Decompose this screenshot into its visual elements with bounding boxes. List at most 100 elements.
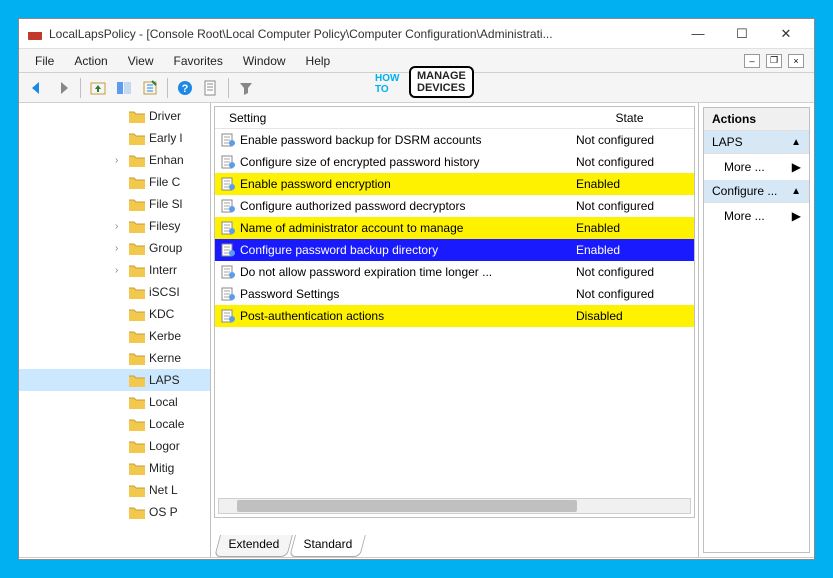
setting-name: Configure size of encrypted password his… [240, 155, 479, 169]
setting-row[interactable]: Enable password backup for DSRM accounts… [215, 129, 694, 151]
tree-item-earlyl[interactable]: Early l [19, 127, 210, 149]
menu-view[interactable]: View [118, 51, 164, 71]
window-controls: — ☐ ✕ [676, 19, 808, 48]
help-button[interactable]: ? [173, 76, 197, 100]
tree-item-locale[interactable]: Locale [19, 413, 210, 435]
chevron-right-icon[interactable]: › [115, 265, 125, 276]
mdi-minimize-button[interactable]: – [744, 54, 760, 68]
tree-item-local[interactable]: Local [19, 391, 210, 413]
setting-name: Password Settings [240, 287, 339, 301]
forward-button[interactable] [51, 76, 75, 100]
setting-name: Configure authorized password decryptors [240, 199, 465, 213]
actions-more-2[interactable]: More ...▶ [704, 203, 809, 229]
tree-item-interr[interactable]: › Interr [19, 259, 210, 281]
setting-row[interactable]: Name of administrator account to manageE… [215, 217, 694, 239]
tree-item-label: Filesy [149, 219, 180, 233]
minimize-button[interactable]: — [676, 19, 720, 48]
tree-item-kerne[interactable]: Kerne [19, 347, 210, 369]
tree-item-label: Early l [149, 131, 182, 145]
filter-button[interactable] [234, 76, 258, 100]
chevron-right-icon: ▶ [792, 209, 801, 223]
watermark-prefix: HOW TO [375, 73, 399, 95]
properties-button[interactable] [199, 76, 223, 100]
tree-item-netl[interactable]: Net L [19, 479, 210, 501]
actions-more-1[interactable]: More ...▶ [704, 154, 809, 180]
setting-name: Enable password encryption [240, 177, 391, 191]
column-setting[interactable]: Setting [221, 111, 571, 125]
tree-item-filesy[interactable]: › Filesy [19, 215, 210, 237]
setting-name: Do not allow password expiration time lo… [240, 265, 492, 279]
tree-item-mitig[interactable]: Mitig [19, 457, 210, 479]
tree-item-filesl[interactable]: File Sl [19, 193, 210, 215]
close-button[interactable]: ✕ [764, 19, 808, 48]
tree-item-laps[interactable]: LAPS [19, 369, 210, 391]
tree-item-label: Enhan [149, 153, 184, 167]
setting-name: Enable password backup for DSRM accounts [240, 133, 481, 147]
show-hide-button[interactable] [112, 76, 136, 100]
maximize-button[interactable]: ☐ [720, 19, 764, 48]
tree-item-label: Local [149, 395, 178, 409]
settings-list[interactable]: Setting State Enable password backup for… [214, 106, 695, 518]
tree-item-kdc[interactable]: KDC [19, 303, 210, 325]
chevron-right-icon[interactable]: › [115, 155, 125, 166]
setting-row[interactable]: Post-authentication actionsDisabled [215, 305, 694, 327]
mdi-controls: – ❐ × [744, 54, 808, 68]
mdi-close-button[interactable]: × [788, 54, 804, 68]
chevron-right-icon[interactable]: › [115, 221, 125, 232]
tree-item-label: Driver [149, 109, 181, 123]
column-headers[interactable]: Setting State [215, 107, 694, 129]
chevron-right-icon[interactable]: › [115, 243, 125, 254]
menu-favorites[interactable]: Favorites [164, 51, 233, 71]
up-button[interactable] [86, 76, 110, 100]
actions-pane: Actions LAPS▲ More ...▶ Configure ...▲ M… [699, 103, 814, 557]
setting-row[interactable]: Configure size of encrypted password his… [215, 151, 694, 173]
setting-state: Not configured [576, 265, 688, 279]
tree-item-label: iSCSI [149, 285, 180, 299]
setting-state: Enabled [576, 177, 688, 191]
mmc-window: LocalLapsPolicy - [Console Root\Local Co… [18, 18, 815, 560]
setting-row[interactable]: Enable password encryption Enabled [215, 173, 694, 195]
setting-state: Enabled [576, 221, 688, 235]
actions-section-laps[interactable]: LAPS▲ [704, 131, 809, 154]
actions-section-configure[interactable]: Configure ...▲ [704, 180, 809, 203]
tab-standard[interactable]: Standard [289, 535, 366, 557]
tree-item-iscsi[interactable]: iSCSI [19, 281, 210, 303]
tree-item-label: Interr [149, 263, 177, 277]
setting-state: Enabled [576, 243, 688, 257]
setting-state: Not configured [576, 133, 688, 147]
setting-row[interactable]: Configure authorized password decryptors… [215, 195, 694, 217]
tree-item-driver[interactable]: Driver [19, 105, 210, 127]
setting-row[interactable]: Configure password backup directoryEnabl… [215, 239, 694, 261]
column-state[interactable]: State [571, 111, 688, 125]
tree-item-label: File C [149, 175, 180, 189]
tree-item-label: Mitig [149, 461, 174, 475]
tab-extended[interactable]: Extended [214, 535, 293, 557]
setting-row[interactable]: Do not allow password expiration time lo… [215, 261, 694, 283]
chevron-up-icon: ▲ [791, 137, 801, 148]
setting-row[interactable]: Password SettingsNot configured [215, 283, 694, 305]
tree-item-enhan[interactable]: › Enhan [19, 149, 210, 171]
menu-window[interactable]: Window [233, 51, 296, 71]
chevron-up-icon: ▲ [791, 186, 801, 197]
tree-pane[interactable]: DriverEarly l›EnhanFile CFile Sl›Filesy›… [19, 103, 211, 557]
scrollbar-thumb[interactable] [237, 500, 577, 512]
view-tabs: Extended Standard [217, 535, 364, 557]
tree-item-label: LAPS [149, 373, 180, 387]
menu-action[interactable]: Action [64, 51, 117, 71]
mdi-restore-button[interactable]: ❐ [766, 54, 782, 68]
tree-item-group[interactable]: ›Group [19, 237, 210, 259]
tree-item-filec[interactable]: File C [19, 171, 210, 193]
tree-item-label: Logor [149, 439, 180, 453]
menu-file[interactable]: File [25, 51, 64, 71]
tree-item-osp[interactable]: OS P [19, 501, 210, 523]
export-button[interactable] [138, 76, 162, 100]
tree-item-label: Kerne [149, 351, 181, 365]
back-button[interactable] [25, 76, 49, 100]
menu-help[interactable]: Help [296, 51, 341, 71]
tree-item-kerbe[interactable]: Kerbe [19, 325, 210, 347]
tree-item-logor[interactable]: Logor [19, 435, 210, 457]
tree-item-label: OS P [149, 505, 178, 519]
horizontal-scrollbar[interactable] [218, 498, 691, 514]
window-title: LocalLapsPolicy - [Console Root\Local Co… [49, 27, 553, 41]
setting-state: Not configured [576, 155, 688, 169]
